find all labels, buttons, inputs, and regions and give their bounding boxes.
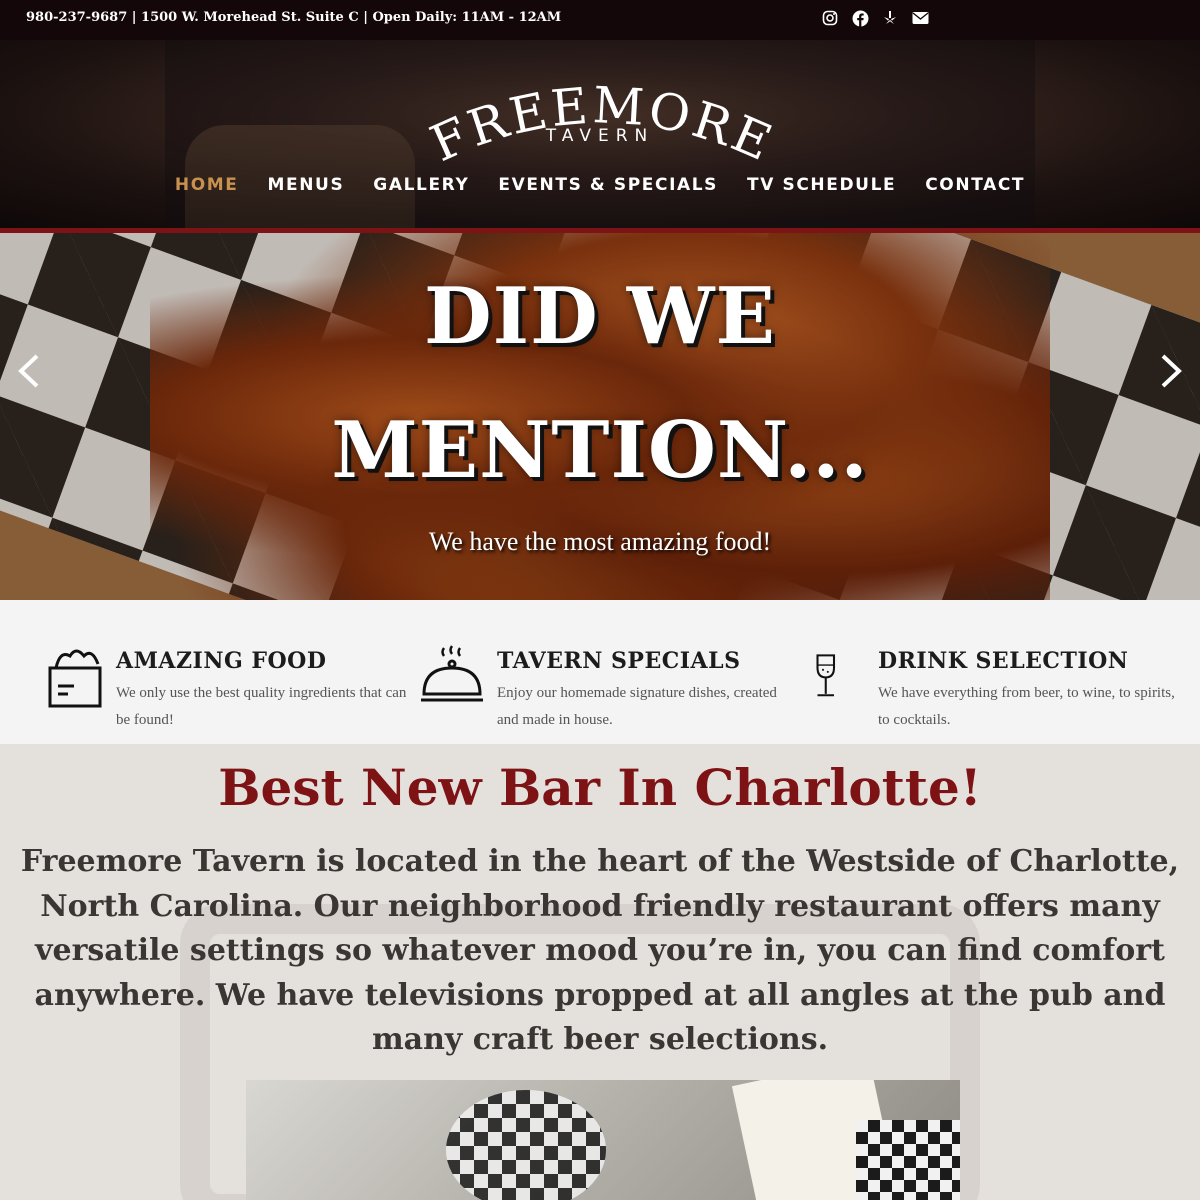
facebook-icon[interactable] (850, 8, 870, 28)
grocery-bag-icon (48, 649, 102, 708)
feature-text: We only use the best quality ingredients… (116, 685, 407, 728)
nav-gallery[interactable]: GALLERY (359, 175, 484, 195)
features-strip: AMAZING FOOD We only use the best qualit… (0, 600, 1200, 744)
feature-amazing-food: AMAZING FOOD We only use the best qualit… (44, 600, 414, 744)
site-header: FREEMORE TAVERN HOME MENUS GALLERY EVENT… (0, 40, 1200, 228)
photo-basket (446, 1090, 606, 1200)
about-heading: Best New Bar In Charlotte! (218, 758, 982, 817)
chevron-right-icon[interactable] (1150, 351, 1190, 391)
hero-subtitle: We have the most amazing food! (428, 527, 772, 556)
contact-info: 980-237-9687 | 1500 W. Morehead St. Suit… (26, 10, 562, 25)
freemore-tavern-logo[interactable]: FREEMORE TAVERN (420, 68, 780, 183)
nav-contact[interactable]: CONTACT (911, 175, 1040, 195)
hero-title-line1: DID WE (424, 271, 776, 362)
feature-tavern-specials: TAVERN SPECIALS Enjoy our homemade signa… (420, 600, 790, 744)
feature-title: AMAZING FOOD (116, 648, 327, 674)
hero-title-line2: MENTION... (331, 405, 869, 496)
nav-menus[interactable]: MENUS (253, 175, 359, 195)
wine-glass-icon (816, 654, 836, 697)
hero-slider: DID WE MENTION... We have the most amazi… (0, 233, 1200, 600)
chevron-left-icon[interactable] (10, 351, 50, 391)
nav-tv-schedule[interactable]: TV SCHEDULE (733, 175, 911, 195)
feature-title: DRINK SELECTION (878, 648, 1129, 674)
nav-home[interactable]: HOME (160, 175, 253, 195)
yelp-icon[interactable] (880, 8, 900, 28)
email-icon[interactable] (910, 8, 930, 28)
main-nav: HOME MENUS GALLERY EVENTS & SPECIALS TV … (0, 175, 1200, 195)
cloche-icon (421, 645, 483, 702)
logo-sub: TAVERN (545, 126, 655, 146)
nav-events-specials[interactable]: EVENTS & SPECIALS (484, 175, 733, 195)
social-links (820, 8, 930, 28)
about-section: Best New Bar In Charlotte! Freemore Tave… (0, 744, 1200, 1200)
instagram-icon[interactable] (820, 8, 840, 28)
feature-title: TAVERN SPECIALS (497, 648, 741, 674)
top-info-bar: 980-237-9687 | 1500 W. Morehead St. Suit… (0, 0, 1200, 40)
photo-tray (856, 1120, 960, 1200)
feature-text: Enjoy our homemade signature dishes, cre… (497, 685, 777, 728)
feature-drink-selection: DRINK SELECTION We have everything from … (812, 600, 1182, 744)
logo-name: FREEMORE (422, 76, 779, 173)
feature-text: We have everything from beer, to wine, t… (878, 685, 1175, 728)
about-body: Freemore Tavern is located in the heart … (20, 844, 1180, 1057)
svg-text:FREEMORE: FREEMORE (422, 76, 780, 173)
food-photo (246, 1080, 960, 1200)
